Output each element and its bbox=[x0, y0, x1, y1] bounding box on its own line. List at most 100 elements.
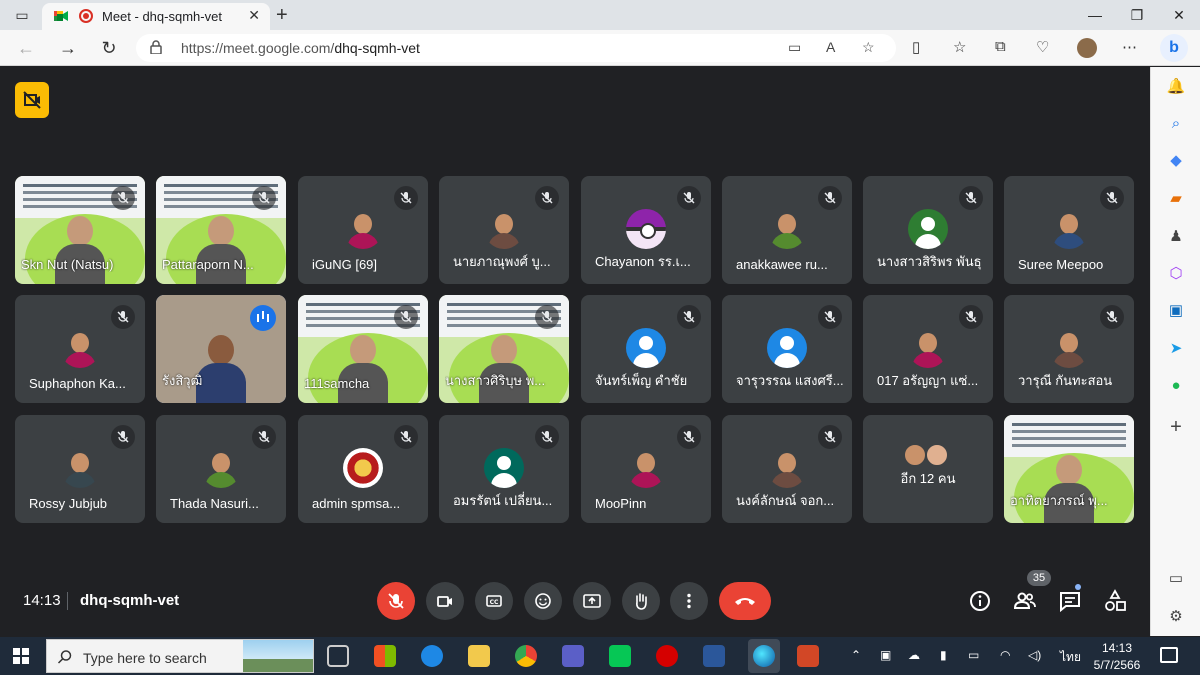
volume-icon[interactable]: ◁) bbox=[1028, 648, 1041, 662]
participant-tile[interactable]: Rossy Jubjub bbox=[15, 415, 145, 523]
meeting-details-icon[interactable] bbox=[968, 589, 992, 613]
captions-button[interactable]: CC bbox=[475, 582, 513, 620]
participant-tile[interactable]: 111samcha bbox=[298, 295, 428, 403]
copilot-app-icon[interactable] bbox=[562, 645, 584, 667]
read-aloud-icon[interactable]: A bbox=[826, 39, 835, 55]
weather-cloud-icon[interactable]: ☁ bbox=[908, 648, 920, 662]
microphone-tray-icon[interactable]: ▮ bbox=[940, 648, 947, 662]
participant-tile[interactable]: Thada Nasuri... bbox=[156, 415, 286, 523]
input-language[interactable]: ไทย bbox=[1060, 648, 1081, 667]
favorite-star-icon[interactable]: ☆ bbox=[862, 39, 875, 56]
bing-copilot-icon[interactable]: b bbox=[1160, 34, 1188, 62]
participant-tile[interactable]: นางสาวศิริบุษ พ... bbox=[439, 295, 569, 403]
participant-tile[interactable]: admin spmsa... bbox=[298, 415, 428, 523]
participant-tile[interactable]: อาทิตยาภรณ์ พุ... bbox=[1004, 415, 1134, 523]
participant-tile[interactable]: นางสาวสิริพร พันธุ bbox=[863, 176, 993, 284]
host-controls-button[interactable] bbox=[15, 82, 49, 118]
task-view-icon[interactable] bbox=[327, 645, 349, 667]
notifications-icon[interactable] bbox=[1160, 647, 1178, 663]
word-icon[interactable] bbox=[703, 645, 725, 667]
participant-tile[interactable]: Suphaphon Ka... bbox=[15, 295, 145, 403]
edge-icon[interactable] bbox=[753, 645, 775, 667]
file-explorer-icon[interactable] bbox=[468, 645, 490, 667]
add-sidebar-app-icon[interactable]: + bbox=[1166, 417, 1186, 437]
powerpoint-icon[interactable] bbox=[797, 645, 819, 667]
telegram-icon[interactable]: ➤ bbox=[1166, 339, 1186, 359]
taskbar-search-box[interactable]: Type here to search bbox=[46, 639, 314, 673]
microphone-toggle-button[interactable] bbox=[377, 582, 415, 620]
participant-tile[interactable]: รังสิวุฒิ bbox=[156, 295, 286, 403]
collections-icon[interactable]: ⧉ bbox=[995, 38, 1006, 55]
url-host: https://meet.google.com/ bbox=[181, 40, 335, 56]
favorites-icon[interactable]: ☆ bbox=[953, 38, 966, 56]
video-off-icon bbox=[23, 91, 41, 109]
forward-button[interactable]: → bbox=[56, 36, 80, 60]
participant-tile[interactable]: นายภาณุพงศ์ บู... bbox=[439, 176, 569, 284]
participant-tile[interactable]: 017 อรัญญา แซ่... bbox=[863, 295, 993, 403]
participant-name: วารุณี กันทะสอน bbox=[1018, 373, 1113, 388]
leave-call-button[interactable] bbox=[719, 582, 771, 620]
settings-more-icon[interactable]: ⋯ bbox=[1122, 38, 1137, 56]
people-icon[interactable] bbox=[1013, 589, 1037, 613]
raise-hand-button[interactable] bbox=[622, 582, 660, 620]
search-icon[interactable]: ⌕ bbox=[1166, 114, 1186, 134]
participant-tile[interactable]: นงค์ลักษณ์ จอก... bbox=[722, 415, 852, 523]
present-screen-button[interactable] bbox=[573, 582, 611, 620]
chrome-icon[interactable] bbox=[515, 645, 537, 667]
games-icon[interactable]: ♟ bbox=[1166, 227, 1186, 247]
taskbar-time[interactable]: 14:13 bbox=[1095, 641, 1139, 655]
outlook-icon[interactable]: ▣ bbox=[1166, 301, 1186, 321]
profile-avatar[interactable] bbox=[1077, 38, 1097, 58]
participant-tile[interactable]: anakkawee ru... bbox=[722, 176, 852, 284]
participant-avatar bbox=[201, 448, 241, 488]
sidebar-settings-icon[interactable]: ⚙ bbox=[1166, 607, 1186, 627]
tray-overflow-icon[interactable]: ⌃ bbox=[851, 648, 861, 662]
camera-toggle-button[interactable] bbox=[426, 582, 464, 620]
windows-start-icon[interactable] bbox=[13, 648, 29, 664]
split-screen-icon[interactable]: ▯ bbox=[912, 38, 920, 56]
more-options-button[interactable] bbox=[670, 582, 708, 620]
notification-bell-icon[interactable]: 🔔 bbox=[1166, 77, 1186, 97]
taskbar-date[interactable]: 5/7/2566 bbox=[1092, 658, 1142, 672]
close-window-button[interactable]: ✕ bbox=[1158, 0, 1200, 30]
participant-tile[interactable]: Suree Meepoo bbox=[1004, 176, 1134, 284]
tools-icon[interactable]: ▰ bbox=[1166, 189, 1186, 209]
minimize-button[interactable]: — bbox=[1074, 0, 1116, 30]
shopping-tag-icon[interactable]: ◆ bbox=[1166, 151, 1186, 171]
chat-icon[interactable] bbox=[1058, 589, 1082, 613]
participant-name: Thada Nasuri... bbox=[170, 496, 259, 511]
participant-tile[interactable]: MooPinn bbox=[581, 415, 711, 523]
browser-tab-meet[interactable]: Meet - dhq-sqmh-vet ✕ bbox=[42, 3, 270, 30]
participant-tile[interactable]: อมรรัตน์ เปลี่ยน... bbox=[439, 415, 569, 523]
camera-permission-icon[interactable]: ▭ bbox=[788, 39, 801, 56]
close-tab-icon[interactable]: ✕ bbox=[248, 7, 260, 24]
reactions-button[interactable] bbox=[524, 582, 562, 620]
wifi-icon[interactable]: ◠ bbox=[1000, 648, 1010, 662]
others-count-label: อีก 12 คน bbox=[900, 471, 956, 486]
participant-tile[interactable]: จันทร์เพ็ญ คำชัย bbox=[581, 295, 711, 403]
participant-tile[interactable]: Skn Nut (Natsu) bbox=[15, 176, 145, 284]
spotify-icon[interactable]: ● bbox=[1166, 376, 1186, 396]
battery-icon[interactable]: ▭ bbox=[968, 648, 979, 662]
participant-tile[interactable]: Pattaraporn N... bbox=[156, 176, 286, 284]
address-bar[interactable]: https://meet.google.com/dhq-sqmh-vet ▭ A… bbox=[136, 34, 896, 62]
line-app-icon[interactable] bbox=[609, 645, 631, 667]
microsoft-store-icon[interactable] bbox=[374, 645, 396, 667]
new-tab-button[interactable]: + bbox=[276, 4, 288, 27]
activities-icon[interactable] bbox=[1103, 589, 1127, 613]
hide-sidebar-icon[interactable]: ▭ bbox=[1166, 569, 1186, 589]
internet-explorer-icon[interactable] bbox=[421, 645, 443, 667]
maximize-button[interactable]: ❐ bbox=[1116, 0, 1158, 30]
more-participants-tile[interactable]: อีก 12 คน bbox=[863, 415, 993, 523]
participant-tile[interactable]: จารุวรรณ แสงศรี... bbox=[722, 295, 852, 403]
back-button[interactable]: ← bbox=[14, 36, 38, 60]
meet-now-icon[interactable]: ▣ bbox=[880, 648, 891, 662]
participant-tile[interactable]: Chayanon รร.เ... bbox=[581, 176, 711, 284]
opera-icon[interactable] bbox=[656, 645, 678, 667]
browser-essentials-icon[interactable]: ♡ bbox=[1036, 38, 1049, 56]
microsoft-365-icon[interactable]: ⬡ bbox=[1166, 264, 1186, 284]
refresh-button[interactable]: ↻ bbox=[97, 36, 121, 60]
participant-tile[interactable]: iGuNG [69] bbox=[298, 176, 428, 284]
participant-tile[interactable]: วารุณี กันทะสอน bbox=[1004, 295, 1134, 403]
tab-actions-icon[interactable]: ▭ bbox=[12, 5, 32, 25]
